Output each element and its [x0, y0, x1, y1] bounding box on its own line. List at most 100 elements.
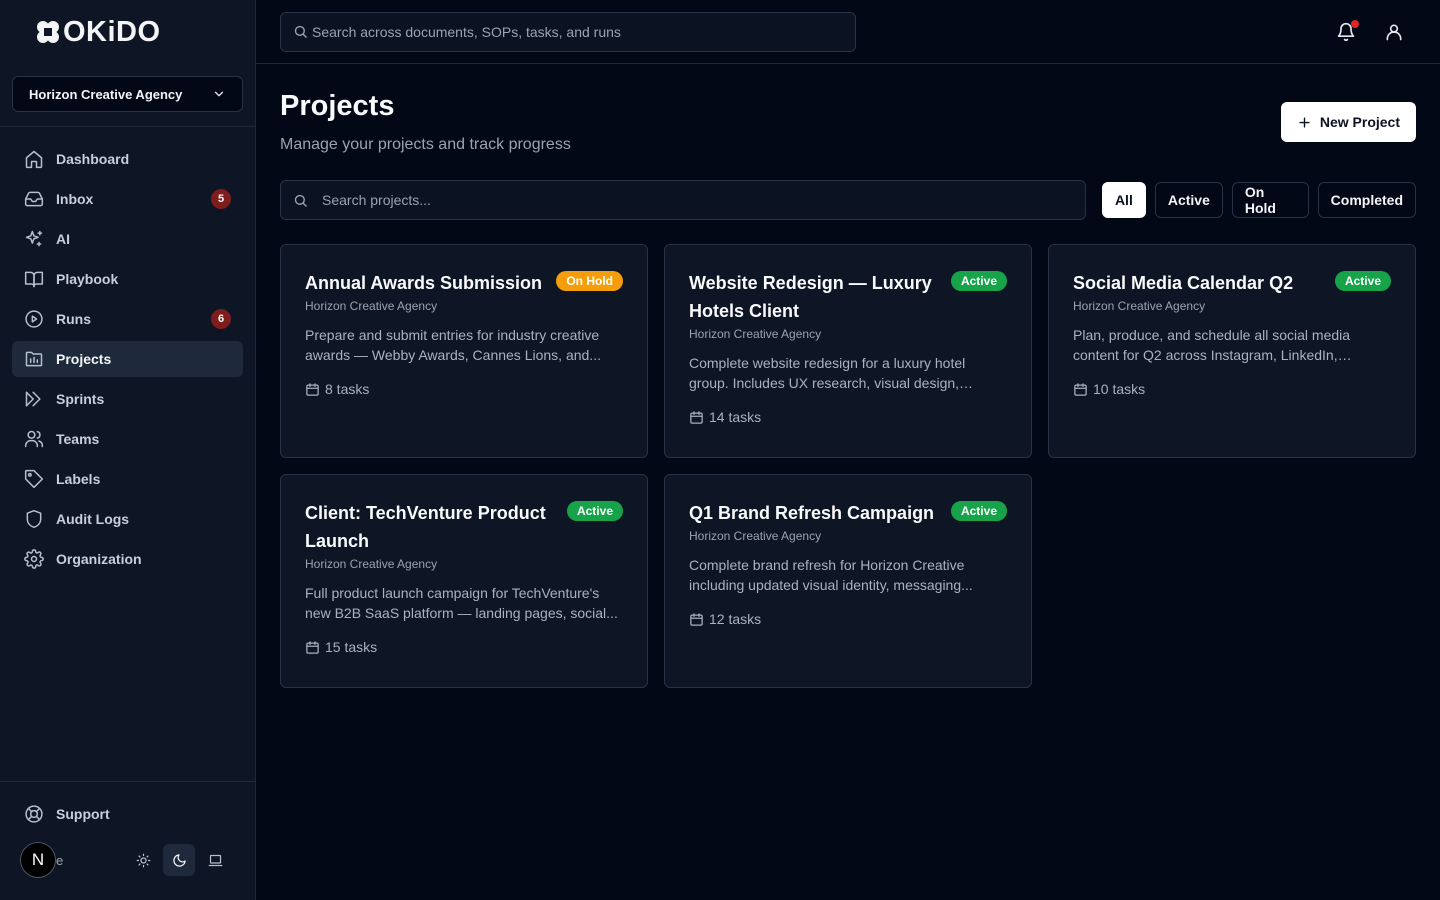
inbox-icon — [24, 191, 44, 207]
sidebar-footer: Support N e — [0, 781, 255, 900]
sidebar-item-labels[interactable]: Labels — [12, 461, 243, 497]
project-card[interactable]: Website Redesign — Luxury Hotels Client … — [664, 244, 1032, 458]
sidebar-item-label: Audit Logs — [56, 511, 130, 527]
user-row: N e — [12, 840, 243, 880]
sidebar-item-projects[interactable]: Projects — [12, 341, 243, 377]
sidebar-item-label: Organization — [56, 551, 142, 567]
sidebar-item-playbook[interactable]: Playbook — [12, 261, 243, 297]
sidebar-item-label: Runs — [56, 311, 91, 327]
search-icon — [294, 194, 307, 207]
filter-completed-button[interactable]: Completed — [1317, 182, 1416, 218]
chevron-down-icon — [214, 91, 224, 97]
gear-icon — [24, 549, 44, 569]
project-org: Horizon Creative Agency — [1073, 299, 1206, 313]
sidebar-item-organization[interactable]: Organization — [12, 541, 243, 577]
sun-icon — [136, 853, 150, 867]
sidebar-item-label: Playbook — [56, 271, 119, 287]
project-search-placeholder: Search projects... — [322, 192, 431, 208]
logo-text: OKiDO — [63, 15, 161, 48]
sidebar-item-label: AI — [56, 231, 70, 247]
global-search-placeholder: Search across documents, SOPs, tasks, an… — [312, 23, 621, 40]
sidebar-item-ai[interactable]: AI — [12, 221, 243, 257]
sidebar-item-label: Inbox — [56, 191, 94, 207]
task-count-label: 12 tasks — [709, 611, 762, 627]
org-selector[interactable]: Horizon Creative Agency — [12, 76, 243, 112]
status-badge: Active — [950, 501, 1007, 521]
inbox-count-badge: 5 — [211, 189, 231, 209]
user-name: e — [56, 852, 64, 868]
runs-count-badge: 6 — [211, 309, 231, 329]
sidebar-item-teams[interactable]: Teams — [12, 421, 243, 457]
status-filters: All Active On Hold Completed — [1101, 182, 1416, 218]
status-badge: On Hold — [556, 271, 623, 291]
new-project-button[interactable]: New Project — [1280, 102, 1416, 142]
global-search-input[interactable]: Search across documents, SOPs, tasks, an… — [280, 11, 856, 52]
sidebar-item-inbox[interactable]: Inbox 5 — [12, 181, 243, 217]
theme-light-button[interactable] — [127, 844, 159, 876]
logo[interactable]: OKiDO — [35, 16, 161, 49]
page-title: Projects — [280, 90, 395, 122]
calendar-icon — [690, 612, 703, 626]
support-link[interactable]: Support — [12, 796, 243, 832]
calendar-icon — [306, 382, 319, 396]
theme-toggle — [127, 844, 231, 876]
users-icon — [24, 430, 44, 448]
calendar-icon — [306, 640, 319, 654]
sidebar-item-audit-logs[interactable]: Audit Logs — [12, 501, 243, 537]
filter-row: Search projects... All Active On Hold Co… — [280, 180, 1416, 220]
sidebar-item-label: Teams — [56, 431, 100, 447]
project-task-count: 8 tasks — [305, 381, 623, 397]
new-project-label: New Project — [1319, 114, 1400, 130]
sidebar-item-label: Dashboard — [56, 151, 130, 167]
page-subtitle: Manage your projects and track progress — [280, 136, 571, 153]
sparkles-icon — [25, 230, 43, 247]
project-task-count: 14 tasks — [689, 409, 1007, 425]
project-task-count: 15 tasks — [305, 639, 623, 655]
project-card[interactable]: Client: TechVenture Product Launch Activ… — [280, 474, 648, 688]
status-badge: Active — [566, 501, 623, 521]
project-description: Full product launch campaign for TechVen… — [305, 585, 618, 621]
sidebar: OKiDO Horizon Creative Agency Dashboard … — [0, 0, 256, 900]
project-title: Social Media Calendar Q2 — [1073, 273, 1294, 293]
support-label: Support — [56, 806, 110, 822]
sidebar-nav: Dashboard Inbox 5 AI Playbook Runs 6 Pro… — [0, 127, 255, 577]
moon-icon — [172, 853, 186, 867]
theme-system-button[interactable] — [199, 844, 231, 876]
book-icon — [24, 271, 44, 288]
filter-active-button[interactable]: Active — [1154, 182, 1223, 218]
topbar: Search across documents, SOPs, tasks, an… — [256, 0, 1440, 64]
project-search-input[interactable]: Search projects... — [280, 180, 1086, 220]
filter-all-button[interactable]: All — [1101, 182, 1146, 218]
sidebar-item-dashboard[interactable]: Dashboard — [12, 141, 243, 177]
project-card[interactable]: Social Media Calendar Q2 Active Horizon … — [1048, 244, 1416, 458]
project-title: Annual Awards Submission — [305, 273, 543, 293]
sidebar-item-sprints[interactable]: Sprints — [12, 381, 243, 417]
theme-dark-button[interactable] — [163, 844, 195, 876]
sprint-icon — [25, 391, 41, 407]
project-task-count: 12 tasks — [689, 611, 1007, 627]
play-circle-icon — [25, 310, 43, 328]
topbar-actions — [1332, 18, 1416, 46]
calendar-icon — [690, 410, 703, 424]
org-name: Horizon Creative Agency — [29, 86, 183, 102]
task-count-label: 15 tasks — [325, 639, 378, 655]
plus-icon — [1299, 116, 1310, 128]
user-menu-button[interactable] — [1380, 18, 1408, 46]
sidebar-item-label: Sprints — [56, 391, 105, 407]
project-title: Q1 Brand Refresh Campaign — [689, 503, 935, 523]
project-description: Complete website redesign for a luxury h… — [689, 355, 966, 391]
notifications-button[interactable] — [1332, 18, 1360, 46]
filter-on-hold-button[interactable]: On Hold — [1231, 182, 1309, 218]
task-count-label: 10 tasks — [1093, 381, 1146, 397]
folder-icon — [25, 351, 43, 367]
project-card[interactable]: Annual Awards Submission On Hold Horizon… — [280, 244, 648, 458]
laptop-icon — [208, 854, 222, 866]
project-org: Horizon Creative Agency — [305, 557, 438, 571]
project-grid: Annual Awards Submission On Hold Horizon… — [280, 244, 1416, 688]
shield-icon — [26, 509, 42, 529]
project-card[interactable]: Q1 Brand Refresh Campaign Active Horizon… — [664, 474, 1032, 688]
project-org: Horizon Creative Agency — [305, 299, 438, 313]
project-task-count: 10 tasks — [1073, 381, 1391, 397]
status-badge: Active — [950, 271, 1007, 291]
sidebar-item-runs[interactable]: Runs 6 — [12, 301, 243, 337]
